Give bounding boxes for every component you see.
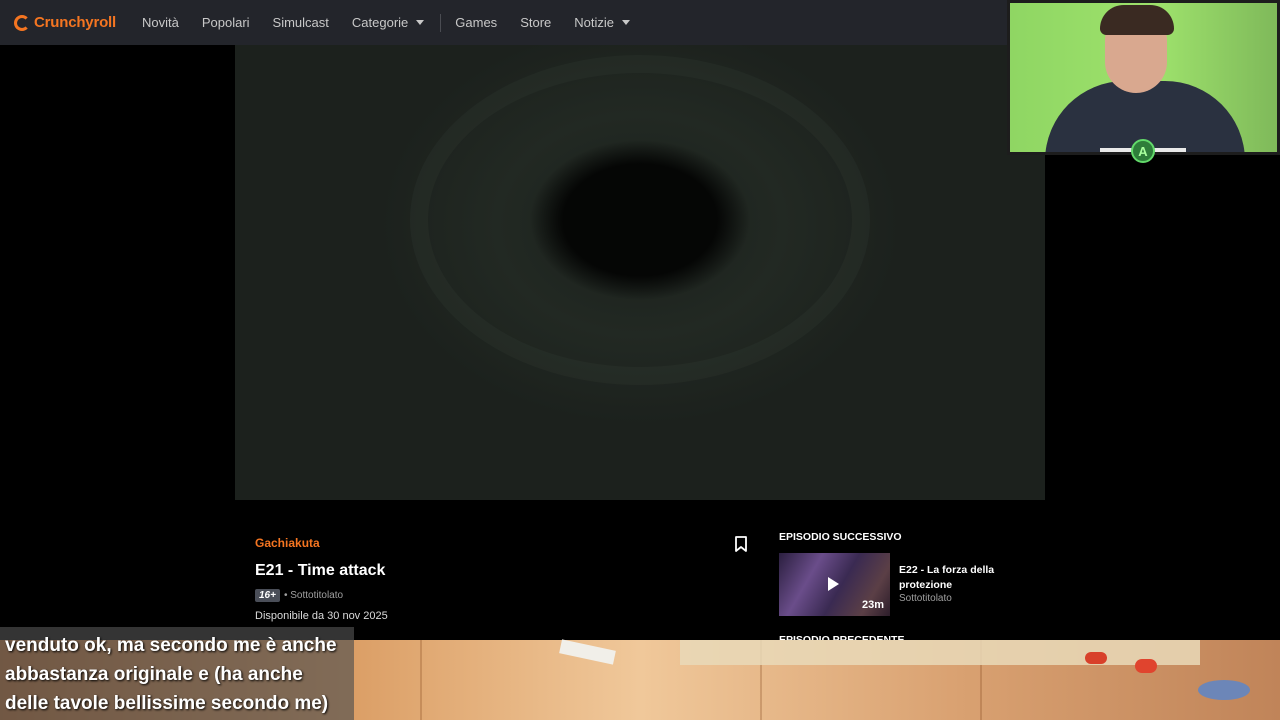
- crunchyroll-logo[interactable]: Crunchyroll: [14, 14, 116, 31]
- streamer-hair: [1100, 5, 1174, 35]
- nav-divider: [440, 13, 442, 32]
- nav-simulcast-label: Simulcast: [272, 15, 329, 30]
- crunchyroll-logo-icon: [14, 14, 30, 31]
- pet-bowl: [1198, 680, 1250, 700]
- play-icon: [828, 577, 839, 591]
- availability-date: Disponibile da 30 nov 2025: [255, 610, 388, 622]
- nav-games-label: Games: [455, 15, 498, 30]
- next-episode-thumbnail[interactable]: 23m: [779, 553, 890, 616]
- nav-popolari[interactable]: Popolari: [202, 15, 250, 30]
- nav-simulcast[interactable]: Simulcast: [273, 15, 329, 30]
- chevron-down-icon: [622, 20, 631, 25]
- episode-title: E21 - Time attack: [255, 562, 386, 579]
- pet-toy: [1085, 652, 1107, 664]
- nav-categorie-label: Categorie: [351, 15, 409, 30]
- nav-notizie-label: Notizie: [574, 15, 615, 30]
- nav-store[interactable]: Store: [520, 15, 551, 30]
- nav-novita-label: Novità: [141, 15, 179, 30]
- subtitle-status: • Sottotitolato: [283, 590, 344, 601]
- next-episode-subtitle-status: Sottotitolato: [899, 593, 952, 604]
- series-link[interactable]: Gachiakuta: [255, 536, 320, 550]
- nav-popolari-label: Popolari: [201, 15, 250, 30]
- next-episode-title[interactable]: E22 - La forza della protezione: [899, 563, 1009, 593]
- streamer-logo-badge: A: [1131, 139, 1155, 163]
- chevron-down-icon: [416, 20, 425, 25]
- floor-mat: [680, 640, 1200, 665]
- video-frame-art: [410, 55, 870, 385]
- webcam-overlay: [1007, 0, 1280, 155]
- nav-notizie[interactable]: Notizie: [574, 15, 631, 30]
- episode-meta: 16+ • Sottotitolato: [255, 589, 343, 602]
- pet-toy: [1135, 659, 1157, 673]
- floor-plank-line: [420, 640, 422, 720]
- video-player[interactable]: [235, 45, 1045, 500]
- episode-duration: 23m: [861, 599, 884, 611]
- next-episode-label: EPISODIO SUCCESSIVO: [779, 531, 902, 543]
- bookmark-icon[interactable]: [734, 536, 748, 552]
- logo-text: Crunchyroll: [34, 14, 116, 31]
- nav-categorie[interactable]: Categorie: [351, 15, 425, 30]
- nav-store-label: Store: [520, 15, 552, 30]
- nav-novita[interactable]: Novità: [142, 15, 179, 30]
- live-caption: venduto ok, ma secondo me è anche abbast…: [0, 627, 354, 720]
- age-rating-badge: 16+: [255, 589, 280, 602]
- nav-games[interactable]: Games: [455, 15, 497, 30]
